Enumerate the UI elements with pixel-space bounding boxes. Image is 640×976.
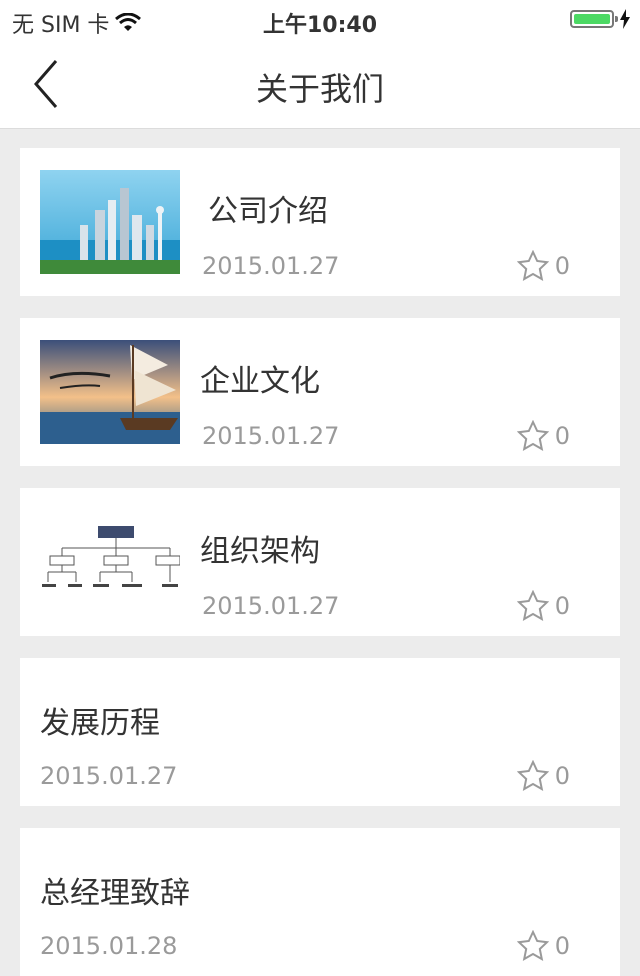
favorite-button[interactable]: 0	[516, 420, 570, 452]
status-time: 上午10:40	[262, 13, 378, 38]
favorite-count: 0	[554, 592, 570, 620]
item-date: 2015.01.27	[202, 252, 340, 280]
battery-nub	[615, 16, 618, 22]
org-chart-image	[40, 510, 180, 614]
favorite-button[interactable]: 0	[516, 760, 570, 792]
item-date: 2015.01.28	[40, 932, 178, 960]
item-title: 组织架构	[200, 534, 320, 569]
favorite-button[interactable]: 0	[516, 590, 570, 622]
nav-bar: 关于我们	[0, 40, 640, 129]
favorite-count: 0	[554, 762, 570, 790]
battery-fill	[574, 14, 610, 24]
favorite-count: 0	[554, 932, 570, 960]
charging-bolt-icon	[620, 9, 630, 29]
favorite-count: 0	[554, 252, 570, 280]
star-icon	[516, 930, 549, 961]
star-icon	[516, 420, 549, 451]
star-icon	[516, 590, 549, 621]
star-icon	[516, 760, 549, 791]
item-title: 发展历程	[40, 706, 160, 741]
list-item[interactable]: 组织架构 2015.01.27 0	[20, 488, 620, 636]
item-date: 2015.01.27	[202, 422, 340, 450]
item-date: 2015.01.27	[202, 592, 340, 620]
list-item[interactable]: 企业文化 2015.01.27 0	[20, 318, 620, 466]
sailing-ship-image	[40, 340, 180, 444]
item-title: 总经理致辞	[40, 876, 190, 911]
city-skyline-image	[40, 170, 180, 274]
battery-icon	[570, 10, 618, 28]
star-icon	[516, 250, 549, 281]
favorite-count: 0	[554, 422, 570, 450]
list-item[interactable]: 总经理致辞 2015.01.28 0	[20, 828, 620, 976]
favorite-button[interactable]: 0	[516, 250, 570, 282]
list-item[interactable]: 发展历程 2015.01.27 0	[20, 658, 620, 806]
item-date: 2015.01.27	[40, 762, 178, 790]
favorite-button[interactable]: 0	[516, 930, 570, 962]
item-title: 公司介绍	[208, 194, 328, 229]
list-item[interactable]: 公司介绍 2015.01.27 0	[20, 148, 620, 296]
page-title: 关于我们	[255, 70, 384, 108]
status-bar: 无 SIM 卡 上午10:40	[0, 0, 640, 40]
item-title: 企业文化	[200, 364, 320, 399]
